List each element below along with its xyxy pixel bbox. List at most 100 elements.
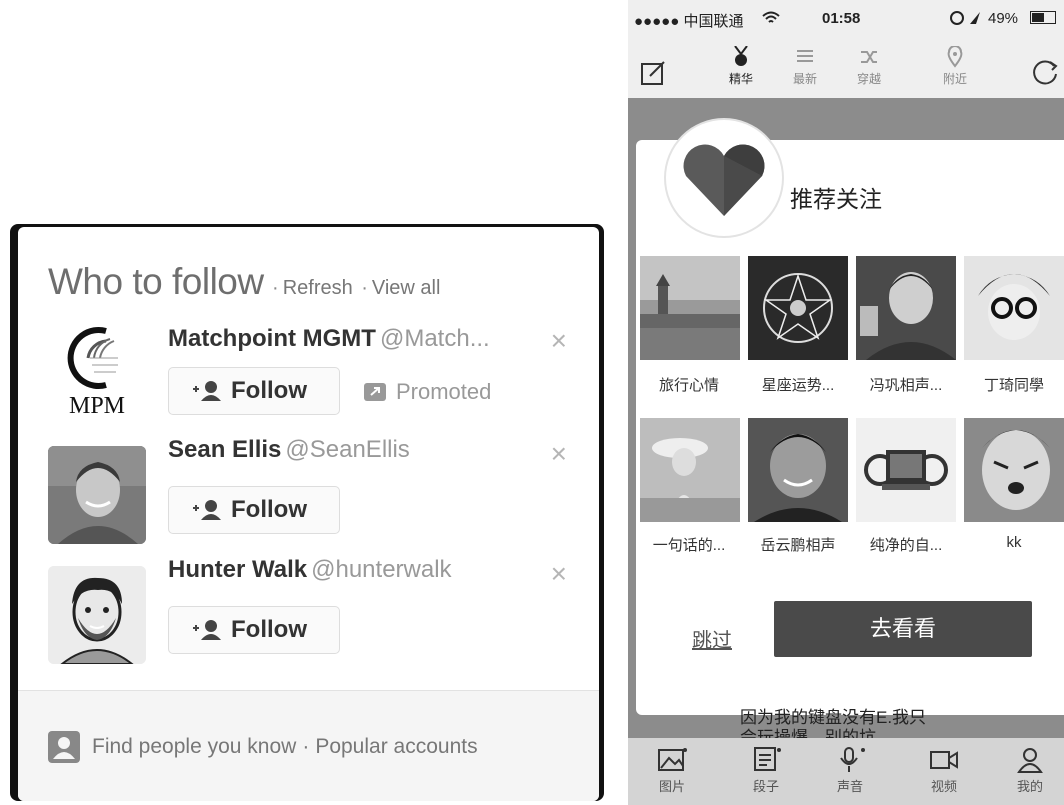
clock: 01:58	[822, 10, 861, 27]
tab-label: 我的	[1016, 779, 1043, 794]
separator: ·	[272, 277, 279, 299]
account-name[interactable]: 星座运势...	[745, 374, 851, 395]
sean-ellis-photo	[48, 446, 146, 544]
wifi-icon	[762, 11, 780, 23]
mic-icon	[840, 747, 865, 772]
list-icon	[797, 50, 813, 62]
footer-links: Find people you know · Popular accounts	[48, 731, 478, 763]
avatar-text: MPM	[68, 393, 126, 417]
avatar[interactable]	[48, 446, 146, 544]
user-handle[interactable]: @SeanEllis	[285, 436, 409, 463]
account-name[interactable]: 一句话的...	[636, 534, 742, 555]
account-photo[interactable]	[748, 418, 848, 522]
feed-text-line: 因为我的键盘没有E.我只	[740, 708, 927, 727]
suggestion-sean-ellis: Sean Ellis @SeanEllis × Follow	[18, 436, 599, 553]
tab-label: 图片	[658, 779, 685, 794]
account-photo[interactable]	[964, 418, 1064, 522]
tab-audio[interactable]: 声音	[820, 746, 880, 795]
video-icon	[930, 751, 958, 769]
tab-label: 段子	[752, 779, 779, 794]
dismiss-icon[interactable]: ×	[551, 440, 567, 468]
suggestion-name: Sean Ellis @SeanEllis	[168, 436, 410, 464]
account-name[interactable]: 纯净的自...	[853, 534, 959, 555]
dismiss-icon[interactable]: ×	[551, 560, 567, 588]
battery-icon	[1030, 11, 1056, 24]
wtf-header: Who to follow · Refresh · View all	[48, 261, 440, 303]
image-icon	[658, 748, 687, 771]
nav-tab-travel[interactable]: 穿越	[842, 46, 896, 87]
account-name[interactable]: 岳云鹏相声	[745, 534, 851, 555]
find-people-link[interactable]: Find people you know	[92, 735, 296, 759]
nav-tab-nearby[interactable]: 附近	[928, 46, 982, 87]
carrier-label: ●●●●● 中国联通	[634, 13, 744, 30]
account-photo[interactable]	[640, 256, 740, 360]
add-user-icon	[193, 620, 221, 640]
follow-label: Follow	[231, 616, 307, 643]
suggestion-name: Matchpoint MGMT @Match...	[168, 325, 490, 353]
compose-icon[interactable]	[640, 60, 666, 86]
battery-percent: 49%	[988, 10, 1019, 27]
shuffle-icon	[861, 51, 877, 63]
account-name[interactable]: 丁琦同學	[961, 374, 1064, 395]
skip-link[interactable]: 跳过	[692, 624, 732, 653]
refresh-link[interactable]: Refresh	[283, 277, 353, 299]
user-name[interactable]: Matchpoint MGMT	[168, 325, 376, 352]
refresh-icon[interactable]	[1032, 58, 1060, 86]
lock-location-icon	[950, 11, 980, 25]
nav-tab-label: 附近	[942, 72, 967, 86]
promoted-icon	[364, 383, 386, 401]
follow-label: Follow	[231, 377, 307, 404]
user-name[interactable]: Sean Ellis	[168, 436, 281, 463]
top-nav: 精华 最新 穿越 附近	[628, 38, 1064, 98]
account-photo[interactable]	[964, 256, 1064, 360]
who-to-follow-panel: Who to follow · Refresh · View all MPM Mat	[10, 224, 604, 801]
avatar[interactable]: MPM	[48, 319, 146, 417]
nav-tab-latest[interactable]: 最新	[778, 46, 832, 87]
view-all-link[interactable]: View all	[372, 277, 441, 299]
contacts-icon	[48, 731, 80, 763]
promoted-label: Promoted	[396, 379, 492, 404]
follow-button[interactable]: Follow	[168, 606, 340, 654]
heart-badge	[666, 120, 782, 236]
account-photo[interactable]	[856, 418, 956, 522]
popular-accounts-link[interactable]: Popular accounts	[315, 735, 477, 759]
go-see-button[interactable]: 去看看	[774, 601, 1032, 657]
text-icon	[754, 747, 781, 771]
tab-jokes[interactable]: 段子	[736, 746, 796, 795]
suggestion-hunter-walk: Hunter Walk @hunterwalk × Follow	[18, 556, 599, 673]
separator: ·	[361, 277, 368, 299]
status-bar: ●●●●● 中国联通 01:58 49%	[628, 0, 1064, 38]
user-handle[interactable]: @hunterwalk	[311, 556, 451, 583]
account-name[interactable]: 冯巩相声...	[853, 374, 959, 395]
nav-tab-label: 精华	[728, 72, 753, 86]
nav-tab-featured[interactable]: 精华	[714, 46, 768, 87]
suggestion-name: Hunter Walk @hunterwalk	[168, 556, 452, 584]
suggestion-matchpoint: MPM Matchpoint MGMT @Match... × Follow P…	[18, 319, 599, 434]
wtf-footer: Find people you know · Popular accounts	[18, 691, 599, 801]
account-name[interactable]: 旅行心情	[636, 374, 742, 395]
tab-video[interactable]: 视频	[914, 746, 974, 795]
user-handle[interactable]: @Match...	[380, 325, 490, 352]
tab-label: 视频	[930, 779, 957, 794]
dismiss-icon[interactable]: ×	[551, 327, 567, 355]
separator: ·	[302, 735, 310, 758]
account-photo[interactable]	[856, 256, 956, 360]
follow-button[interactable]: Follow	[168, 486, 340, 534]
follow-label: Follow	[231, 496, 307, 523]
medal-icon	[734, 46, 748, 66]
heart-icon	[683, 144, 765, 216]
tab-images[interactable]: 图片	[642, 746, 702, 795]
tab-profile[interactable]: 我的	[1000, 746, 1060, 795]
account-photo[interactable]	[748, 256, 848, 360]
nav-tab-label: 穿越	[856, 72, 881, 86]
account-photo[interactable]	[640, 418, 740, 522]
follow-button[interactable]: Follow	[168, 367, 340, 415]
user-name[interactable]: Hunter Walk	[168, 556, 307, 583]
location-icon	[947, 46, 963, 68]
avatar[interactable]	[48, 566, 146, 664]
account-name[interactable]: kk	[961, 534, 1064, 551]
nav-tab-label: 最新	[792, 72, 817, 86]
promoted-badge: Promoted	[364, 379, 491, 405]
mobile-app-screen: ●●●●● 中国联通 01:58 49% 精华 最新 穿越 附近 推荐关注 旅行…	[628, 0, 1064, 805]
bottom-tab-bar: 图片 段子 声音 视频 我的	[628, 738, 1064, 805]
